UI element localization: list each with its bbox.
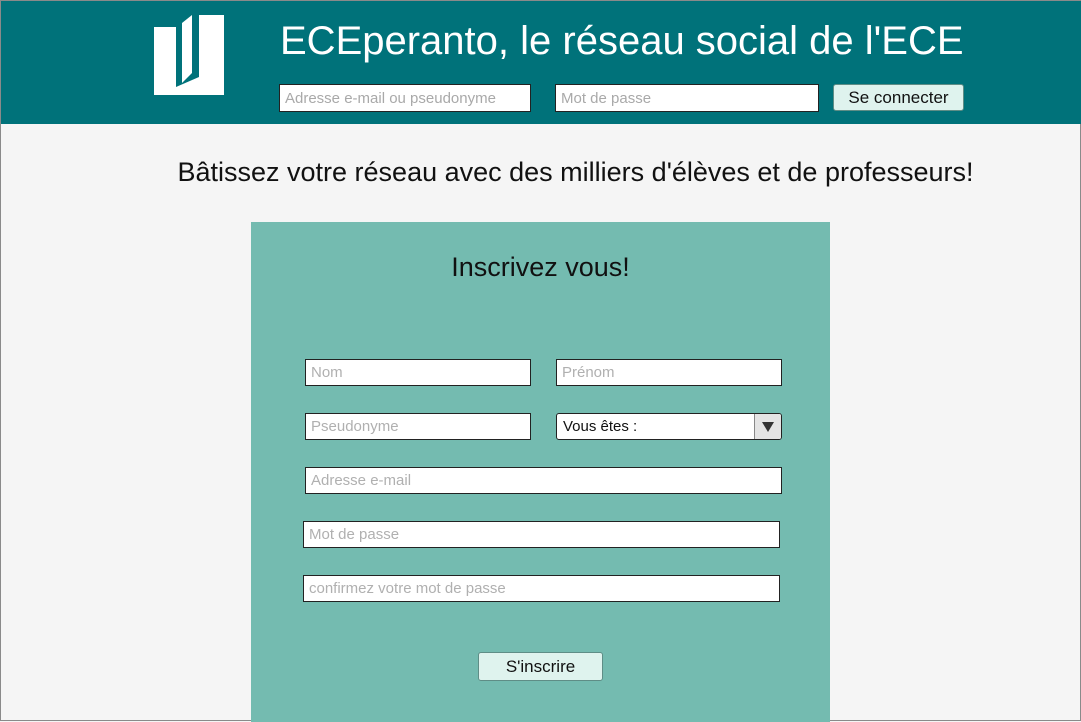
book-logo-icon — [154, 15, 224, 95]
signup-button[interactable]: S'inscrire — [478, 652, 603, 681]
login-password-input[interactable] — [555, 84, 819, 112]
first-name-input[interactable] — [556, 359, 782, 386]
confirm-password-input[interactable] — [303, 575, 780, 602]
signup-title: Inscrivez vous! — [451, 252, 630, 282]
last-name-input[interactable] — [305, 359, 531, 386]
site-header: ECEperanto, le réseau social de l'ECE Se… — [1, 1, 1081, 124]
login-button[interactable]: Se connecter — [833, 84, 964, 111]
login-identifier-input[interactable] — [279, 84, 531, 112]
signup-panel: Inscrivez vous! Vous êtes : S'inscrire — [251, 222, 830, 722]
chevron-down-icon — [754, 414, 781, 439]
role-select-value: Vous êtes : — [563, 418, 638, 435]
role-select[interactable]: Vous êtes : — [556, 413, 782, 440]
site-title: ECEperanto, le réseau social de l'ECE — [280, 19, 964, 63]
tagline: Bâtissez votre réseau avec des milliers … — [177, 157, 974, 187]
email-input[interactable] — [305, 467, 782, 494]
password-input[interactable] — [303, 521, 780, 548]
username-input[interactable] — [305, 413, 531, 440]
